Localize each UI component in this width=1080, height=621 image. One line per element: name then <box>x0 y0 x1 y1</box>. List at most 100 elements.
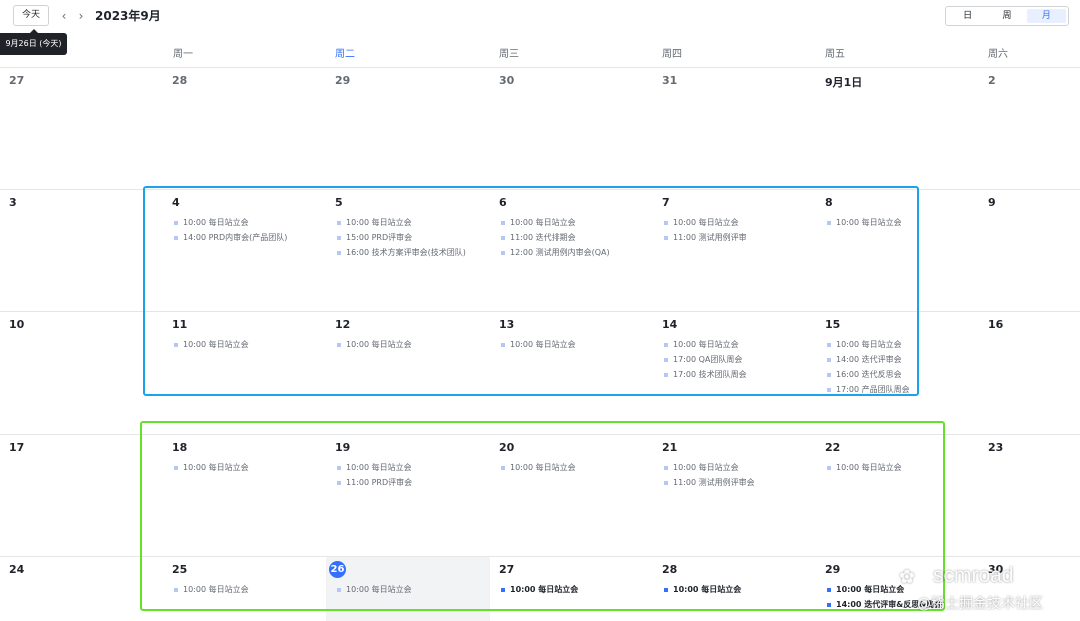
day-number: 20 <box>499 441 515 454</box>
day-number: 14 <box>662 318 678 331</box>
day-number: 13 <box>499 318 515 331</box>
event-list: 10:00 每日站立会 <box>664 582 741 597</box>
day-cell[interactable]: 18 10:00 每日站立会 <box>163 435 326 556</box>
calendar-event[interactable]: 16:00 技术方案评审会(技术团队) <box>337 245 466 260</box>
today-button[interactable]: 今天 <box>13 5 49 26</box>
calendar-event[interactable]: 10:00 每日站立会 <box>827 460 902 475</box>
event-title: 10:00 每日站立会 <box>183 463 249 472</box>
chevron-left-icon[interactable]: ‹ <box>57 8 71 24</box>
day-cell[interactable]: 25 10:00 每日站立会 <box>163 557 326 621</box>
calendar-event[interactable]: 10:00 每日站立会 <box>664 460 755 475</box>
day-cell[interactable]: 15 10:00 每日站立会 14:00 迭代评审会 16:00 迭代反思会 17:00… <box>816 312 979 434</box>
event-title: 10:00 每日站立会 <box>836 463 902 472</box>
day-cell[interactable]: 10 <box>0 312 163 434</box>
view-month-button[interactable]: 月 <box>1026 9 1066 23</box>
watermark-brand: scmroad <box>933 564 1014 587</box>
day-cell[interactable]: 31 <box>653 68 816 189</box>
day-cell[interactable]: 29 <box>326 68 490 189</box>
view-day-button[interactable]: 日 <box>948 9 987 23</box>
calendar-event[interactable]: 16:00 迭代反思会 <box>827 367 910 382</box>
weekday-label: 周五 <box>825 49 845 60</box>
event-title: 10:00 每日站立会 <box>836 340 902 349</box>
day-cell[interactable]: 30 <box>490 68 653 189</box>
day-number: 11 <box>172 318 188 331</box>
day-cell[interactable]: 14 10:00 每日站立会 17:00 QA团队周会 17:00 技术团队周会 <box>653 312 816 434</box>
day-cell[interactable]: 5 10:00 每日站立会 15:00 PRD评审会 16:00 技术方案评审会(技术… <box>326 190 490 311</box>
day-cell[interactable]: 26 10:00 每日站立会 <box>326 557 490 621</box>
event-list: 10:00 每日站立会 <box>337 337 412 352</box>
calendar-event[interactable]: 10:00 每日站立会 <box>501 582 578 597</box>
calendar-event[interactable]: 10:00 每日站立会 <box>501 337 576 352</box>
day-cell[interactable]: 27 <box>0 68 163 189</box>
calendar-event[interactable]: 11:00 PRD评审会 <box>337 475 412 490</box>
view-week-button[interactable]: 周 <box>987 9 1026 23</box>
calendar-event[interactable]: 10:00 每日站立会 <box>174 582 249 597</box>
event-title: 10:00 每日站立会 <box>346 585 412 594</box>
calendar-event[interactable]: 12:00 测试用例内审会(QA) <box>501 245 610 260</box>
today-tooltip: 9月26日 (今天) <box>0 33 67 55</box>
calendar-event[interactable]: 10:00 每日站立会 <box>501 215 610 230</box>
calendar-event[interactable]: 11:00 迭代排期会 <box>501 230 610 245</box>
calendar-event[interactable]: 14:00 PRD内审会(产品团队) <box>174 230 287 245</box>
day-cell[interactable]: 24 <box>0 557 163 621</box>
calendar-event[interactable]: 17:00 技术团队周会 <box>664 367 747 382</box>
day-cell[interactable]: 16 <box>979 312 1080 434</box>
watermark: ✿ scmroad @稀土掘金技术社区 <box>895 562 1075 618</box>
calendar-event[interactable]: 10:00 每日站立会 <box>174 460 249 475</box>
calendar-event[interactable]: 10:00 每日站立会 <box>337 460 412 475</box>
calendar-event[interactable]: 10:00 每日站立会 <box>174 215 287 230</box>
day-cell[interactable]: 9 <box>979 190 1080 311</box>
calendar-event[interactable]: 10:00 每日站立会 <box>827 215 902 230</box>
event-title: 17:00 产品团队周会 <box>836 385 910 394</box>
day-cell[interactable]: 21 10:00 每日站立会 11:00 测试用例评审会 <box>653 435 816 556</box>
calendar-event[interactable]: 11:00 测试用例评审会 <box>664 475 755 490</box>
day-cell[interactable]: 27 10:00 每日站立会 <box>490 557 653 621</box>
day-cell[interactable]: 6 10:00 每日站立会 11:00 迭代排期会 12:00 测试用例内审会(QA) <box>490 190 653 311</box>
calendar-event[interactable]: 10:00 每日站立会 <box>664 337 747 352</box>
day-cell[interactable]: 28 10:00 每日站立会 <box>653 557 816 621</box>
day-cell[interactable]: 9月1日 <box>816 68 979 189</box>
day-number: 17 <box>9 441 25 454</box>
calendar-event[interactable]: 11:00 测试用例评审 <box>664 230 747 245</box>
calendar-event[interactable]: 10:00 每日站立会 <box>337 215 466 230</box>
event-title: 11:00 测试用例评审会 <box>673 478 755 487</box>
calendar-event[interactable]: 10:00 每日站立会 <box>337 337 412 352</box>
day-cell[interactable]: 3 <box>0 190 163 311</box>
calendar-event[interactable]: 15:00 PRD评审会 <box>337 230 466 245</box>
day-cell[interactable]: 22 10:00 每日站立会 <box>816 435 979 556</box>
day-number: 19 <box>335 441 351 454</box>
event-title: 10:00 每日站立会 <box>183 218 249 227</box>
calendar-event[interactable]: 14:00 迭代评审会 <box>827 352 910 367</box>
calendar-event[interactable]: 10:00 每日站立会 <box>174 337 249 352</box>
event-marker-icon <box>827 466 831 470</box>
day-number: 27 <box>9 74 25 87</box>
event-title: 17:00 QA团队周会 <box>673 355 743 364</box>
calendar-event[interactable]: 10:00 每日站立会 <box>827 337 910 352</box>
calendar-event[interactable]: 10:00 每日站立会 <box>501 460 576 475</box>
day-cell[interactable]: 20 10:00 每日站立会 <box>490 435 653 556</box>
calendar-event[interactable]: 10:00 每日站立会 <box>664 582 741 597</box>
day-cell[interactable]: 28 <box>163 68 326 189</box>
event-marker-icon <box>337 466 341 470</box>
calendar-event[interactable]: 10:00 每日站立会 <box>337 582 412 597</box>
chevron-right-icon[interactable]: › <box>74 8 88 24</box>
day-cell[interactable]: 17 <box>0 435 163 556</box>
calendar-event[interactable]: 10:00 每日站立会 <box>664 215 747 230</box>
month-grid: 27 28 29 30 31 9月1日 2 3 4 10:00 每日站立会 14:00 PRD内审会… <box>0 67 1080 621</box>
day-cell[interactable]: 23 <box>979 435 1080 556</box>
weekday-label: 周二 <box>335 49 355 60</box>
day-cell[interactable]: 4 10:00 每日站立会 14:00 PRD内审会(产品团队) <box>163 190 326 311</box>
calendar-event[interactable]: 17:00 QA团队周会 <box>664 352 747 367</box>
day-number: 15 <box>825 318 841 331</box>
day-number: 10 <box>9 318 25 331</box>
day-cell[interactable]: 12 10:00 每日站立会 <box>326 312 490 434</box>
calendar-event[interactable]: 17:00 产品团队周会 <box>827 382 910 397</box>
day-cell[interactable]: 11 10:00 每日站立会 <box>163 312 326 434</box>
day-cell[interactable]: 19 10:00 每日站立会 11:00 PRD评审会 <box>326 435 490 556</box>
day-cell[interactable]: 2 <box>979 68 1080 189</box>
day-cell[interactable]: 7 10:00 每日站立会 11:00 测试用例评审 <box>653 190 816 311</box>
day-cell[interactable]: 13 10:00 每日站立会 <box>490 312 653 434</box>
day-cell[interactable]: 8 10:00 每日站立会 <box>816 190 979 311</box>
event-list: 10:00 每日站立会 14:00 迭代评审会 16:00 迭代反思会 17:00 产… <box>827 337 910 397</box>
event-title: 10:00 每日站立会 <box>346 340 412 349</box>
